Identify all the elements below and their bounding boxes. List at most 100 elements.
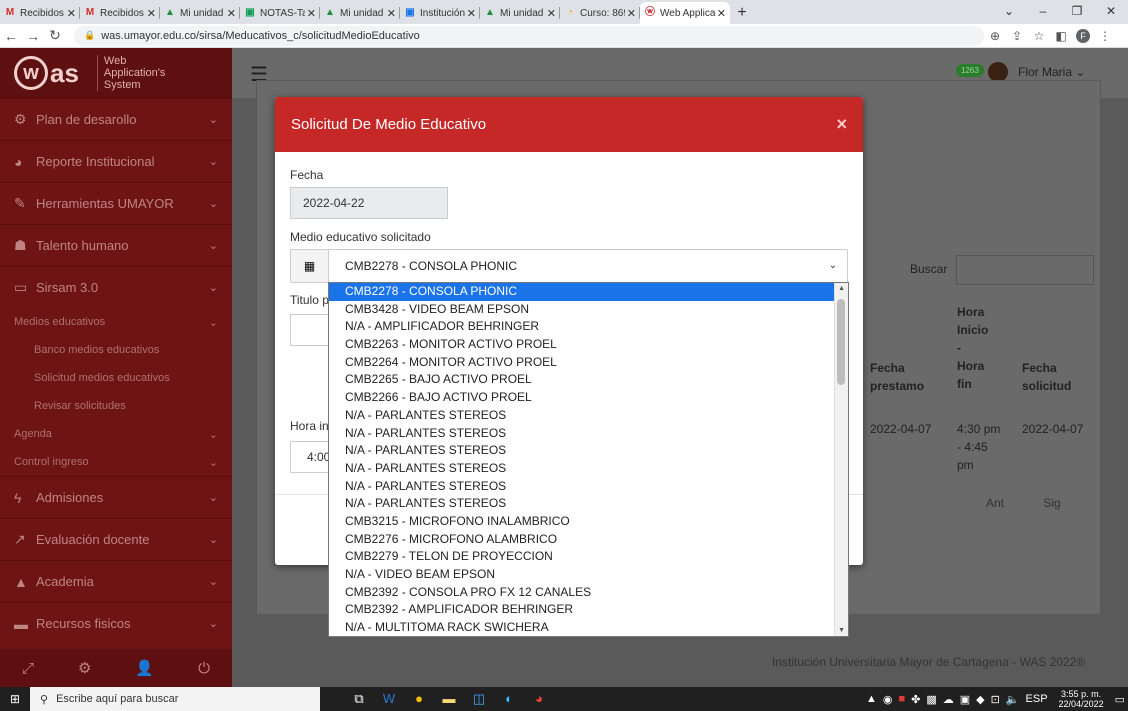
user-icon[interactable]: 👤 bbox=[135, 659, 154, 677]
dropdown-option[interactable]: CMB2265 - BAJO ACTIVO PROEL bbox=[329, 371, 836, 389]
sidebar-item[interactable]: ◕ Reporte Institucional ⌄ bbox=[0, 140, 232, 182]
sidebar-subitem[interactable]: Solicitud medios educativos bbox=[0, 364, 232, 392]
sidebar-item[interactable]: ▬ Recursos fisicos ⌄ bbox=[0, 602, 232, 644]
tab-close-icon[interactable]: ✕ bbox=[387, 7, 396, 20]
dropdown-option[interactable]: CMB2392 - AMPLIFICADOR BEHRINGER bbox=[329, 601, 836, 619]
sidebar-item[interactable]: ϟ Admisiones ⌄ bbox=[0, 476, 232, 518]
taskbar-search[interactable]: ⚲ Escribe aquí para buscar bbox=[30, 687, 320, 711]
tab-search-icon[interactable]: ⌄ bbox=[992, 0, 1026, 24]
url-bar[interactable]: 🔒 was.umayor.edu.co/sirsa/Meducativos_c/… bbox=[74, 25, 984, 46]
tab-close-icon[interactable]: ✕ bbox=[67, 7, 76, 20]
browser-tab[interactable]: ▲ Mi unidad - ✕ bbox=[160, 2, 240, 24]
store-icon[interactable]: ◫ bbox=[464, 691, 494, 707]
dropdown-option[interactable]: N/A - PARLANTES STEREOS bbox=[329, 495, 836, 513]
tab-close-icon[interactable]: ✕ bbox=[467, 7, 476, 20]
dropdown-option[interactable]: CMB2276 - MICROFONO ALAMBRICO bbox=[329, 531, 836, 549]
tab-close-icon[interactable]: ✕ bbox=[627, 7, 636, 20]
tab-close-icon[interactable]: ✕ bbox=[547, 7, 556, 20]
volume-icon[interactable]: 🔈 bbox=[1006, 693, 1020, 706]
dropdown-option[interactable]: N/A - PARLANTES STEREOS bbox=[329, 425, 836, 443]
sidebar-subitem[interactable]: Revisar solicitudes bbox=[0, 392, 232, 420]
scroll-up-icon[interactable]: ▲ bbox=[838, 285, 845, 292]
app-tray-icon[interactable]: ◉ bbox=[883, 693, 893, 706]
scroll-down-icon[interactable]: ▼ bbox=[838, 627, 845, 634]
sidebar-subhead[interactable]: Control ingreso ⌄ bbox=[0, 448, 232, 476]
dropdown-option[interactable]: CMB2279 - TELON DE PROYECCION bbox=[329, 548, 836, 566]
security-tray-icon[interactable]: ▣ bbox=[960, 693, 970, 706]
cloud-tray-icon[interactable]: ☁ bbox=[943, 693, 954, 706]
chrome-alt-icon[interactable]: ◕ bbox=[524, 691, 554, 707]
dropdown-option[interactable]: N/A - PARLANTES STEREOS bbox=[329, 460, 836, 478]
user-menu[interactable]: Flor Maria ⌄ bbox=[988, 62, 1085, 82]
network-share-tray-icon[interactable]: ✤ bbox=[911, 693, 920, 706]
dropdown-option[interactable]: N/A - PARLANTES STEREOS bbox=[329, 442, 836, 460]
sidebar-item[interactable]: ⚙ Plan de desarollo ⌄ bbox=[0, 98, 232, 140]
dropdown-option[interactable]: CMB3215 - MICROFONO INALAMBRICO bbox=[329, 513, 836, 531]
edge-icon[interactable]: ◐ bbox=[494, 691, 524, 707]
network-icon[interactable]: ⊡ bbox=[991, 693, 1000, 706]
chrome-icon[interactable]: ● bbox=[404, 691, 434, 707]
teams-tray-icon[interactable]: ▩ bbox=[926, 693, 936, 706]
sidebar-item[interactable]: ▭ Sirsam 3.0 ⌄ bbox=[0, 266, 232, 308]
windows-start-icon[interactable]: ⊞ bbox=[0, 692, 30, 706]
new-tab-button[interactable]: + bbox=[730, 2, 754, 24]
dropdown-option[interactable]: CMB3428 - VIDEO BEAM EPSON bbox=[329, 301, 836, 319]
browser-tab[interactable]: ▣ NOTAS-Talle✕ bbox=[240, 2, 320, 24]
sidebar-item[interactable]: ☗ Talento humano ⌄ bbox=[0, 224, 232, 266]
scroll-thumb[interactable] bbox=[837, 299, 845, 385]
notifications-icon[interactable]: ▭ bbox=[1115, 693, 1125, 706]
language-indicator[interactable]: ESP bbox=[1026, 693, 1048, 705]
tab-close-icon[interactable]: ✕ bbox=[147, 7, 156, 20]
was-logo[interactable]: w as Web Application's System bbox=[0, 48, 232, 98]
location-tray-icon[interactable]: ◆ bbox=[976, 693, 984, 706]
back-icon[interactable]: ← bbox=[0, 28, 22, 44]
sidebar-subhead[interactable]: Agenda ⌄ bbox=[0, 420, 232, 448]
dropdown-scrollbar[interactable]: ▲ ▼ bbox=[834, 283, 848, 636]
restore-button[interactable]: ❐ bbox=[1060, 0, 1094, 24]
browser-tab[interactable]: ▲ Mi unidad - ✕ bbox=[480, 2, 560, 24]
settings-icon[interactable]: ⚙ bbox=[78, 659, 91, 677]
browser-tab[interactable]: ▲ Mi unidad - ✕ bbox=[320, 2, 400, 24]
dropdown-option[interactable]: CMB2263 - MONITOR ACTIVO PROEL bbox=[329, 336, 836, 354]
titulo-input[interactable] bbox=[290, 314, 330, 346]
browser-tab[interactable]: ⓦ Web Applica ✕ bbox=[640, 2, 730, 24]
dropdown-option[interactable]: CMB2266 - BAJO ACTIVO PROEL bbox=[329, 389, 836, 407]
bookmark-star-icon[interactable]: ☆ bbox=[1028, 29, 1050, 43]
profile-button[interactable]: F bbox=[1072, 28, 1094, 43]
sidebar-subitem[interactable]: Banco medios educativos bbox=[0, 336, 232, 364]
browser-tab[interactable]: M Recibidos (8✕ bbox=[0, 2, 80, 24]
drive-tray-icon[interactable]: ▲ bbox=[866, 693, 877, 705]
pager-prev-button[interactable]: Ant bbox=[986, 496, 1004, 510]
dropdown-option[interactable]: N/A - VIDEO BEAM EPSON bbox=[329, 566, 836, 584]
forward-icon[interactable]: → bbox=[22, 28, 44, 44]
fecha-field[interactable]: 2022-04-22 bbox=[290, 187, 448, 219]
browser-tab[interactable]: M Recibidos (1✕ bbox=[80, 2, 160, 24]
dropdown-option[interactable]: N/A - PARLANTES STEREOS bbox=[329, 407, 836, 425]
dropdown-option[interactable]: N/A - AMPLIFICADOR BEHRINGER bbox=[329, 318, 836, 336]
medio-dropdown-list[interactable]: CMB2278 - CONSOLA PHONIC CMB3428 - VIDEO … bbox=[328, 282, 849, 637]
share-icon[interactable]: ⇪ bbox=[1006, 29, 1028, 43]
browser-menu-icon[interactable]: ⋮ bbox=[1094, 29, 1116, 43]
file-explorer-icon[interactable]: ▬ bbox=[434, 691, 464, 707]
sidebar-item[interactable]: ↗ Evaluación docente ⌄ bbox=[0, 518, 232, 560]
dropdown-option[interactable]: CMB2264 - MONITOR ACTIVO PROEL bbox=[329, 354, 836, 372]
tab-close-icon[interactable]: ✕ bbox=[307, 7, 316, 20]
browser-tab[interactable]: ▣ Institución U✕ bbox=[400, 2, 480, 24]
reload-icon[interactable]: ↻ bbox=[44, 27, 66, 44]
word-icon[interactable]: W bbox=[374, 691, 404, 707]
task-view-icon[interactable]: ⧉ bbox=[344, 691, 374, 707]
minimize-button[interactable]: – bbox=[1026, 0, 1060, 24]
sidebar-item[interactable]: ▲ Academia ⌄ bbox=[0, 560, 232, 602]
zoom-icon[interactable]: ⊕ bbox=[984, 29, 1006, 43]
clock[interactable]: 3:55 p. m. 22/04/2022 bbox=[1059, 689, 1104, 709]
fullscreen-icon[interactable]: ⤢ bbox=[22, 660, 34, 677]
pager-next-button[interactable]: Sig bbox=[1043, 496, 1060, 510]
dropdown-option[interactable]: CMB2392 - CONSOLA PRO FX 12 CANALES bbox=[329, 584, 836, 602]
medio-select[interactable]: ▦ CMB2278 - CONSOLA PHONIC ⌄ bbox=[290, 249, 848, 283]
notification-badge[interactable]: 1263 bbox=[956, 64, 984, 77]
close-icon[interactable]: × bbox=[836, 114, 847, 135]
dropdown-option[interactable]: CMB2278 - CONSOLA PHONIC bbox=[329, 283, 836, 301]
side-panel-icon[interactable]: ◧ bbox=[1050, 29, 1072, 43]
dropdown-option[interactable]: N/A - PARLANTES STEREOS bbox=[329, 478, 836, 496]
sidebar-item[interactable]: ✎ Herramientas UMAYOR ⌄ bbox=[0, 182, 232, 224]
